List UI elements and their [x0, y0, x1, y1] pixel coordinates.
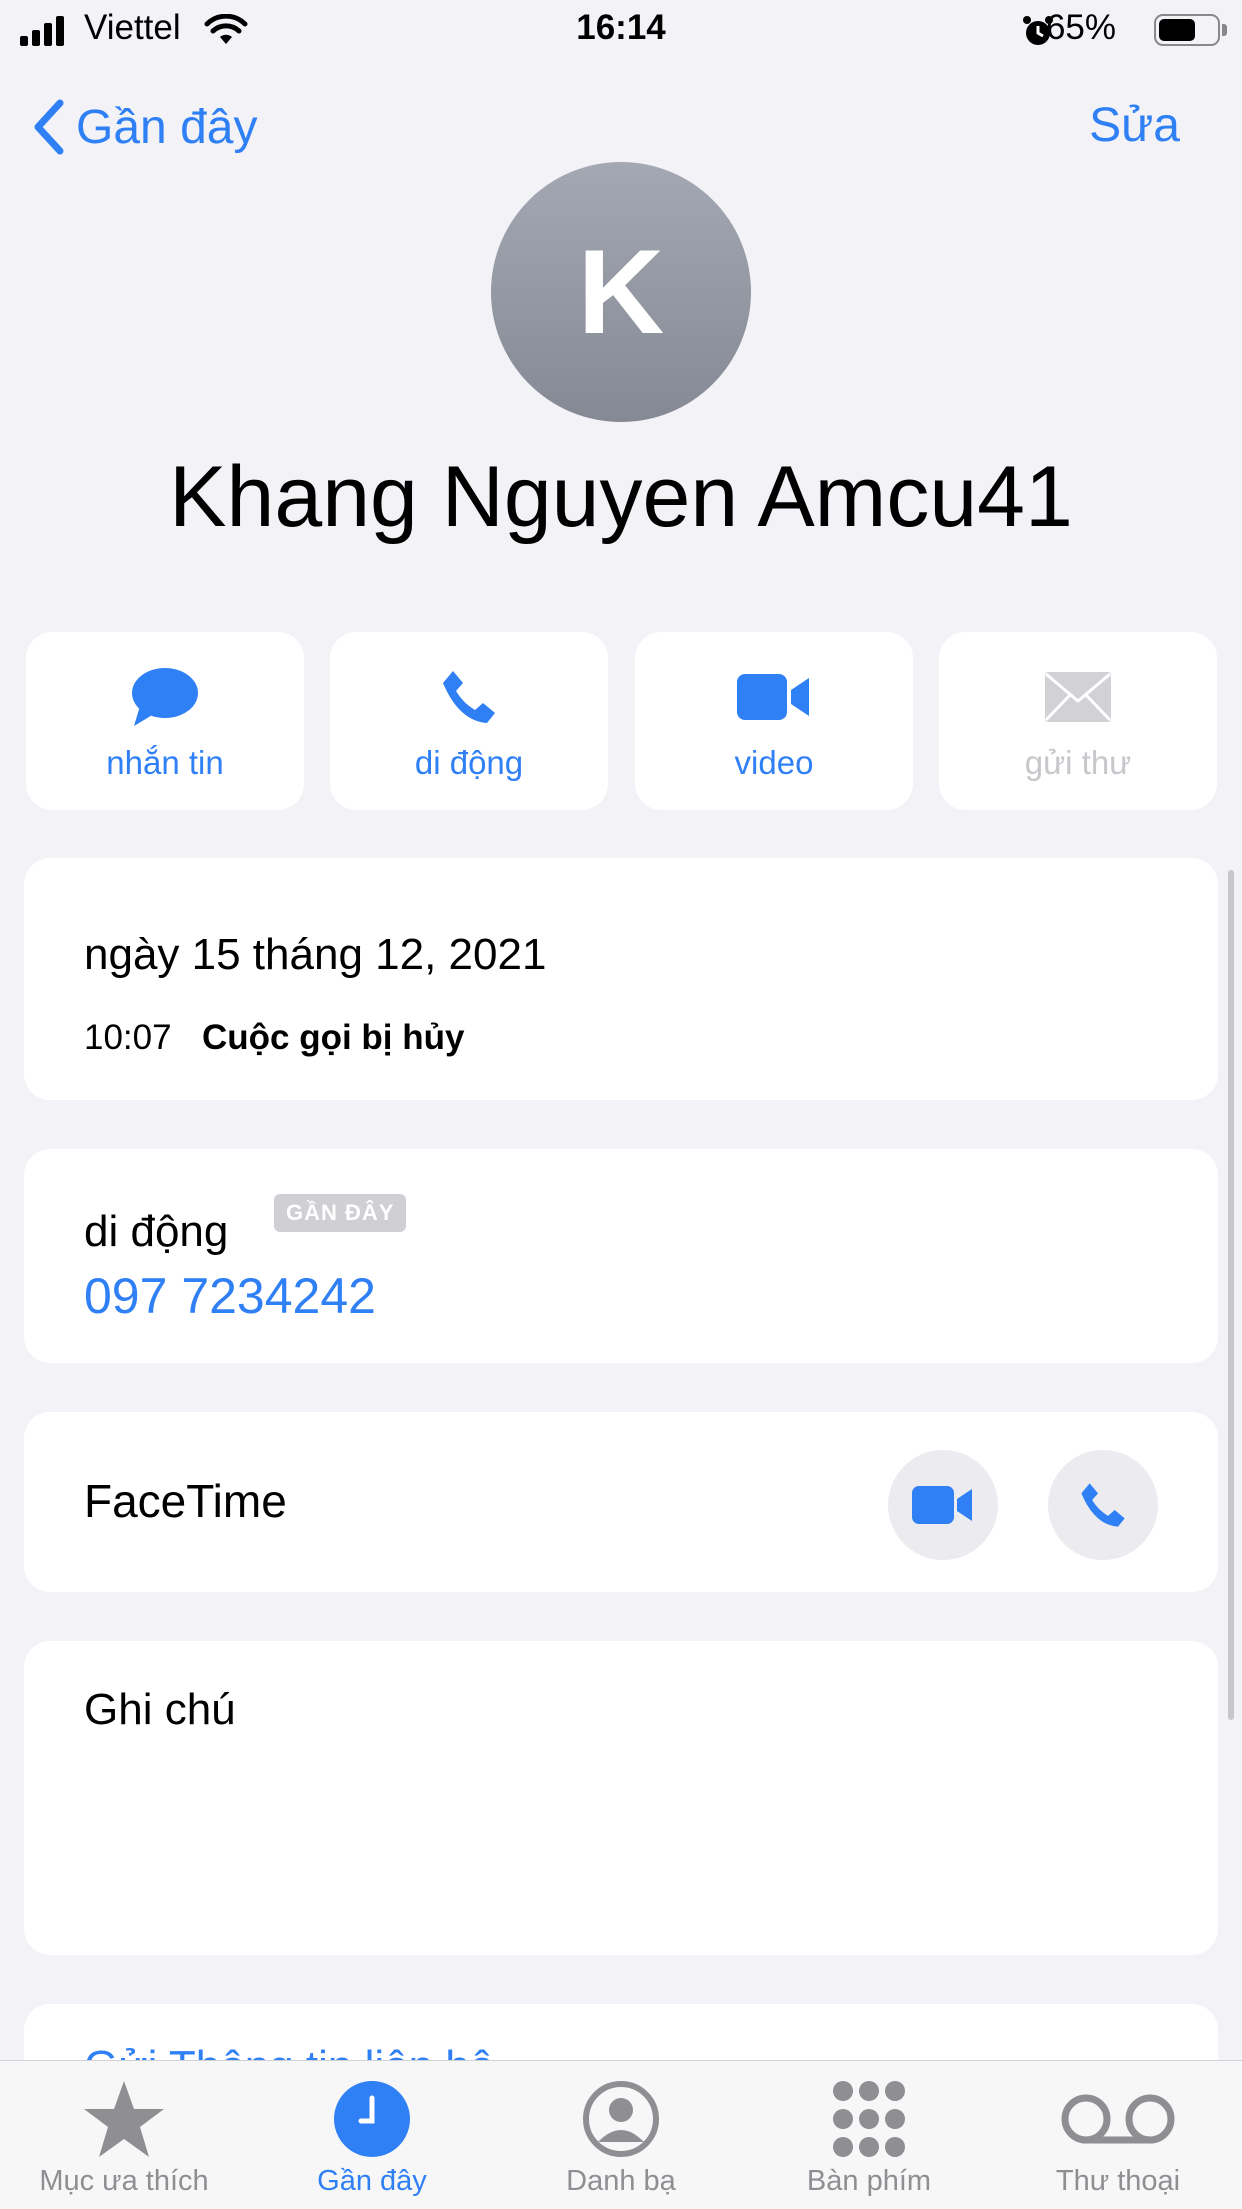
person-circle-icon [582, 2079, 660, 2159]
notes-card[interactable]: Ghi chú [24, 1641, 1218, 1955]
scroll-indicator[interactable] [1228, 870, 1234, 1720]
call-log-card: ngày 15 tháng 12, 2021 10:07 Cuộc gọi bị… [24, 858, 1218, 1100]
phone-card[interactable]: di động GẦN ĐÂY 097 7234242 [24, 1149, 1218, 1363]
keypad-icon [829, 2079, 909, 2159]
chevron-left-icon [34, 99, 64, 155]
facetime-audio-button[interactable] [1048, 1450, 1158, 1560]
video-button[interactable]: video [635, 632, 913, 810]
back-button[interactable]: Gần đây [30, 92, 257, 162]
call-time: 10:07 [84, 1018, 172, 1057]
call-status: Cuộc gọi bị hủy [202, 1018, 465, 1057]
call-mobile-label: di động [414, 744, 524, 781]
clock-icon [333, 2079, 411, 2159]
avatar: K [491, 162, 751, 422]
battery-tip [1222, 24, 1227, 36]
tab-favorites[interactable]: Mục ưa thích [0, 2061, 248, 2209]
mail-button[interactable]: gửi thư [939, 632, 1217, 810]
facetime-label: FaceTime [84, 1475, 287, 1527]
mail-label: gửi thư [1024, 744, 1132, 781]
phone-icon [439, 662, 499, 732]
mail-icon [1044, 662, 1112, 732]
back-label: Gần đây [76, 100, 258, 154]
tab-label: Gần đây [317, 2165, 427, 2197]
star-icon [82, 2079, 166, 2159]
tab-contacts[interactable]: Danh bạ [497, 2061, 745, 2209]
tab-label: Thư thoại [1055, 2165, 1181, 2197]
avatar-initial: K [577, 225, 665, 359]
edit-button[interactable]: Sửa [1089, 98, 1180, 153]
phone-type-label: di động [84, 1207, 229, 1256]
tab-keypad[interactable]: Bàn phím [745, 2061, 993, 2209]
facetime-video-button[interactable] [888, 1450, 998, 1560]
battery-icon [1154, 14, 1220, 46]
phone-icon [1081, 1483, 1125, 1527]
call-date: ngày 15 tháng 12, 2021 [84, 930, 547, 979]
voicemail-icon [1060, 2079, 1176, 2159]
status-bar: Viettel 16:14 65% [0, 0, 1242, 62]
video-icon [912, 1486, 972, 1524]
recent-badge: GẦN ĐÂY [274, 1194, 407, 1232]
message-button[interactable]: nhắn tin [26, 632, 304, 810]
video-label: video [734, 744, 814, 781]
battery-level [1159, 19, 1195, 41]
contact-name: Khang Nguyen Amcu41 [169, 449, 1073, 545]
battery-percent: 65% [1045, 8, 1116, 47]
notes-label: Ghi chú [84, 1685, 236, 1734]
message-icon [130, 662, 200, 732]
tab-label: Danh bạ [566, 2165, 676, 2197]
tab-voicemail[interactable]: Thư thoại [994, 2061, 1242, 2209]
call-mobile-button[interactable]: di động [330, 632, 608, 810]
tab-label: Bàn phím [806, 2165, 932, 2197]
video-icon [737, 662, 811, 732]
tab-recents[interactable]: Gần đây [248, 2061, 496, 2209]
message-label: nhắn tin [106, 744, 224, 781]
tab-label: Mục ưa thích [39, 2165, 209, 2197]
facetime-card: FaceTime [24, 1412, 1218, 1592]
phone-number[interactable]: 097 7234242 [84, 1267, 376, 1325]
tab-bar: Mục ưa thích Gần đây Danh bạ Bàn phím Th… [0, 2060, 1242, 2209]
